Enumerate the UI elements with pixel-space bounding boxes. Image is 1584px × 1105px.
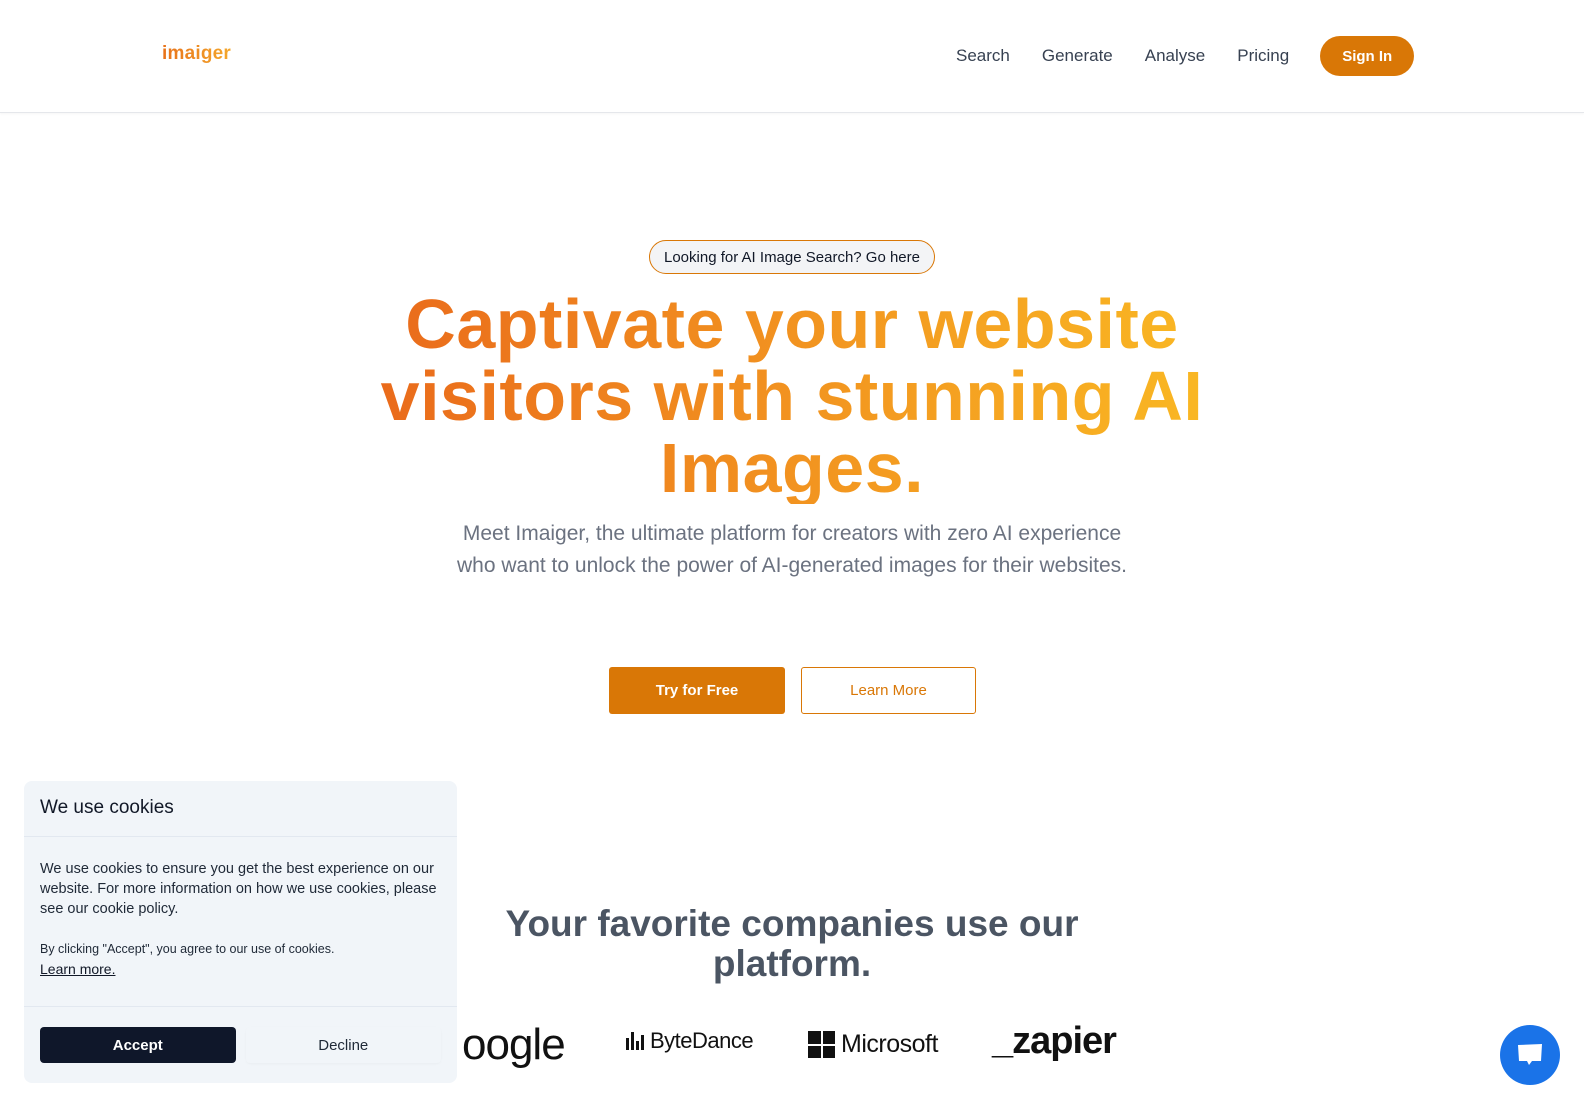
bytedance-logo-text: ByteDance [650, 1028, 754, 1053]
chat-bubble-icon [1518, 1044, 1542, 1065]
cookie-banner: We use cookies We use cookies to ensure … [24, 781, 457, 1083]
zapier-logo: _zapier [992, 1020, 1117, 1063]
microsoft-windows-icon [808, 1031, 835, 1058]
nav-search[interactable]: Search [956, 36, 1010, 76]
accept-cookies-button[interactable]: Accept [40, 1027, 236, 1063]
zapier-logo-text: _zapier [992, 1020, 1117, 1062]
nav-generate[interactable]: Generate [1042, 36, 1113, 76]
hero-subtitle: Meet Imaiger, the ultimate platform for … [456, 522, 1128, 577]
learn-more-button[interactable]: Learn More [801, 667, 976, 714]
bytedance-logo: ByteDance [626, 1028, 754, 1054]
sign-in-button[interactable]: Sign In [1320, 36, 1415, 76]
cookie-text: We use cookies to ensure you get the bes… [40, 861, 437, 917]
company-logos: oogle ByteDance Microsoft _zapier [462, 1020, 1162, 1080]
ai-image-search-link[interactable]: Looking for AI Image Search? Go here [649, 240, 935, 274]
bytedance-bars-icon [626, 1032, 644, 1050]
main-nav: Search Generate Analyse Pricing Sign In [956, 36, 1415, 76]
cookie-body: We use cookies to ensure you get the bes… [24, 837, 457, 1007]
try-for-free-button[interactable]: Try for Free [609, 667, 785, 714]
cookie-learn-more-link[interactable]: Learn more. [40, 961, 115, 977]
nav-pricing[interactable]: Pricing [1237, 36, 1289, 76]
cookie-title: We use cookies [24, 781, 457, 837]
cookie-actions: Accept Decline [24, 1007, 457, 1063]
logo[interactable]: imaiger [162, 43, 231, 65]
microsoft-logo: Microsoft [808, 1030, 938, 1059]
microsoft-logo-text: Microsoft [841, 1030, 938, 1058]
cookie-note: By clicking "Accept", you agree to our u… [40, 942, 335, 956]
site-header: imaiger Search Generate Analyse Pricing … [0, 0, 1584, 113]
companies-title: Your favorite companies use our platform… [505, 903, 1079, 984]
nav-analyse[interactable]: Analyse [1145, 36, 1205, 76]
decline-cookies-button[interactable]: Decline [245, 1027, 441, 1063]
chat-widget-button[interactable] [1500, 1025, 1560, 1085]
google-logo-text: oogle [462, 1020, 566, 1069]
google-logo: oogle [462, 1020, 566, 1070]
hero-title: Captivate your website visitors with stu… [292, 288, 1292, 504]
